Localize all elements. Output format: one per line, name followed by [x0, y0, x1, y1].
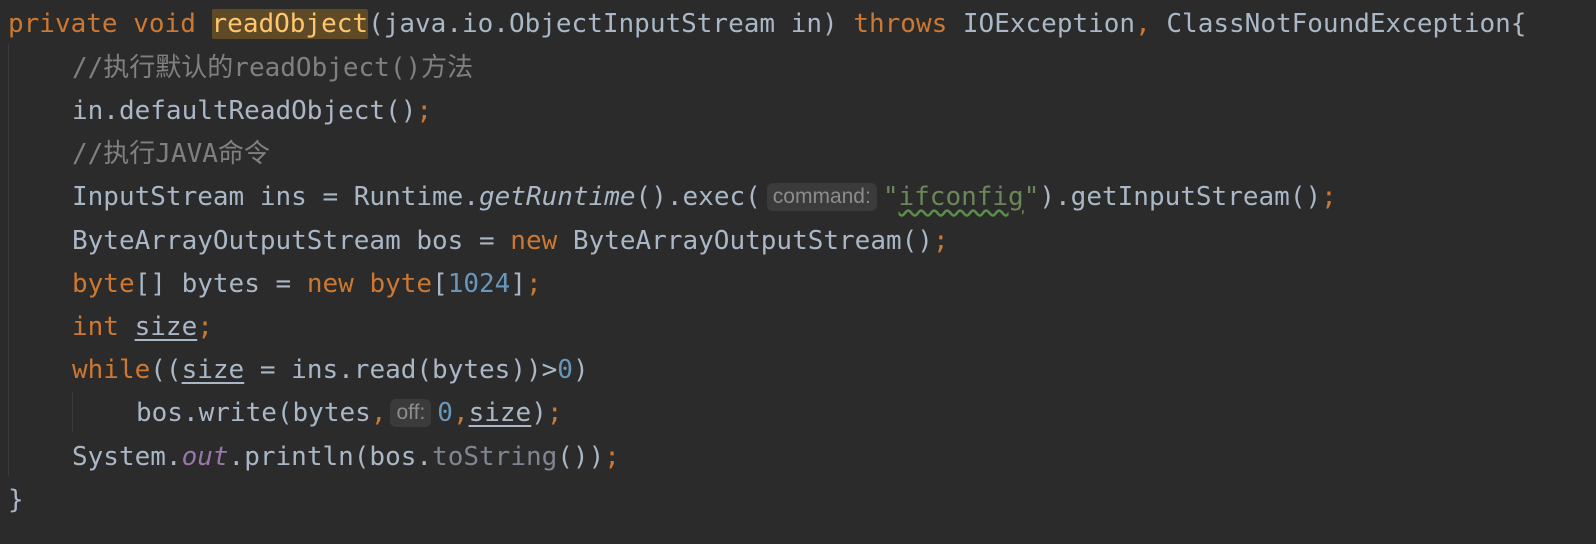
indent-guide [8, 44, 9, 476]
punctuation: ; [416, 96, 433, 126]
punctuation: ; [932, 226, 949, 256]
code-text: (java.io.ObjectInputStream in) [368, 9, 854, 39]
code-line-8[interactable]: int size; [72, 307, 213, 347]
code-text: ) [531, 398, 547, 428]
code-line-2[interactable]: //执行默认的readObject()方法 [72, 48, 473, 88]
code-text: ()) [557, 442, 605, 472]
punctuation: ; [1321, 182, 1337, 212]
punctuation: ; [604, 442, 620, 472]
code-text: in.defaultReadObject() [72, 96, 417, 126]
keyword: byte [72, 269, 135, 299]
method-name-highlighted[interactable]: readObject [211, 9, 369, 39]
keyword: new [510, 226, 558, 256]
reassigned-variable: size [134, 312, 198, 342]
keyword: private [8, 9, 118, 39]
keyword: new [306, 269, 354, 299]
code-text: ).getInputStream() [1039, 182, 1322, 212]
string-quote: " [1023, 182, 1040, 212]
code-line-3[interactable]: in.defaultReadObject(); [72, 91, 432, 131]
code-line-4[interactable]: //执行JAVA命令 [72, 134, 270, 174]
code-comment: //执行默认的readObject()方法 [72, 53, 474, 83]
code-text: .println(bos. [228, 442, 433, 472]
code-text: System. [72, 442, 182, 472]
code-text: ().exec( [635, 182, 761, 212]
static-method: getRuntime [479, 182, 636, 212]
keyword: throws [853, 9, 948, 39]
reassigned-variable: size [181, 355, 245, 385]
number-literal: 1024 [447, 269, 511, 299]
static-field: out [181, 442, 229, 472]
inherited-method: toString [432, 442, 558, 472]
code-text: = ins.read(bytes))> [244, 355, 558, 385]
punctuation: , [370, 398, 387, 428]
code-line-12[interactable]: } [8, 480, 24, 520]
reassigned-variable: size [468, 398, 532, 428]
code-line-6[interactable]: ByteArrayOutputStream bos = new ByteArra… [72, 221, 949, 261]
punctuation: ; [197, 312, 213, 342]
code-line-1[interactable]: private void readObject(java.io.ObjectIn… [8, 4, 1526, 44]
indent-guide [72, 392, 73, 432]
code-comment: //执行JAVA命令 [72, 139, 270, 169]
number-literal: 0 [437, 398, 453, 428]
number-literal: 0 [557, 355, 573, 385]
code-text: (( [150, 355, 182, 385]
code-line-5[interactable]: InputStream ins = Runtime.getRuntime().e… [72, 177, 1337, 217]
keyword: while [72, 355, 151, 385]
code-text: ) [572, 355, 589, 385]
keyword: void [133, 9, 196, 39]
code-line-7[interactable]: byte[] bytes = new byte[1024]; [72, 264, 542, 304]
parameter-hint: off: [390, 399, 432, 427]
punctuation: , [1135, 9, 1151, 39]
keyword: byte [369, 269, 433, 299]
code-text: IOException [947, 9, 1136, 39]
code-text: ByteArrayOutputStream bos = [72, 226, 511, 256]
code-editor[interactable]: private void readObject(java.io.ObjectIn… [0, 0, 1596, 544]
code-text: ByteArrayOutputStream() [557, 226, 933, 256]
code-text: bos.write(bytes [136, 398, 371, 428]
code-text: InputStream ins = Runtime. [72, 182, 479, 212]
code-text: [] bytes = [134, 269, 307, 299]
punctuation: ; [546, 398, 563, 428]
code-line-11[interactable]: System.out.println(bos.toString()); [72, 437, 620, 477]
code-text: ClassNotFoundException{ [1150, 9, 1527, 39]
code-text: ] [510, 269, 526, 299]
parameter-hint: command: [766, 183, 877, 211]
punctuation: ; [526, 269, 542, 299]
code-line-10[interactable]: bos.write(bytes, off: 0,size); [136, 393, 563, 433]
keyword: int [72, 312, 119, 342]
punctuation: , [452, 398, 469, 428]
string-quote: " [882, 182, 899, 212]
code-text: [ [432, 269, 448, 299]
string-literal: ifconfig [898, 182, 1024, 212]
closing-brace: } [8, 485, 24, 515]
code-line-9[interactable]: while((size = ins.read(bytes))>0) [72, 350, 589, 390]
